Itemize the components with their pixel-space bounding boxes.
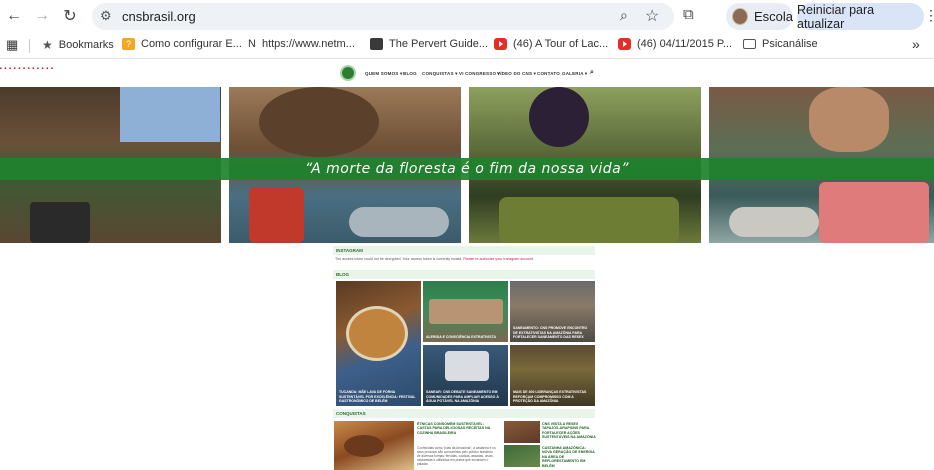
site-navigation: ■ ■ ■ ■ ■ ■ ■ ■ ■ ■ ■ ■ QUEM SOMOS ▾ BLO… (0, 60, 934, 87)
nav-quem-somos[interactable]: QUEM SOMOS ▾ (365, 71, 402, 77)
blog-post-2-photo (429, 299, 503, 324)
star-icon: ★ (42, 38, 53, 52)
update-button[interactable]: Reiniciar para atualizar (797, 3, 924, 31)
blog-post-1-photo (346, 306, 408, 361)
hero-photo-fruit-pile (499, 197, 679, 243)
bookmark-star-icon[interactable]: ☆ (645, 6, 659, 26)
nav-galeria[interactable]: GALERIA ▾ (562, 71, 587, 77)
hero-photo-pink-shirt (819, 182, 929, 243)
conquistas-side-2-title[interactable]: CASTANHA AMAZÔNICA: NOVA GERAÇÃO DE ENER… (542, 446, 596, 468)
bookmark-item-pervert-guide[interactable]: The Pervert Guide... (370, 38, 488, 50)
hero-photo-fish (349, 207, 449, 237)
apps-grid-icon[interactable]: ▦ (6, 37, 18, 53)
bookmarks-overflow-icon[interactable]: » (912, 36, 920, 52)
film-icon (370, 38, 383, 50)
extensions-puzzle-icon[interactable]: ⧉ (683, 6, 694, 23)
hero-quote: “A morte da floresta é o fim da nossa vi… (305, 161, 629, 177)
hero-photo-face (809, 87, 889, 152)
conquistas-main-body: Conhecidas como “joias da Amazônia”, a c… (417, 446, 496, 466)
instagram-error-note: The access token could not be decrypted.… (335, 257, 534, 261)
url-text[interactable]: cnsbrasil.org (122, 9, 196, 24)
bookmark-item-config[interactable]: ? Como configurar E... (122, 38, 242, 50)
hero-photo-shirt (120, 87, 220, 142)
instagram-reauth-link[interactable]: Please re-authorize your Instagram accou… (463, 257, 534, 261)
question-icon: ? (122, 38, 135, 50)
bookmark-label: Psicanálise (762, 38, 818, 50)
hero-photo-person (249, 187, 304, 243)
bookmark-label: (46) A Tour of Lac... (513, 38, 609, 50)
bookmarks-bar: ▦ ★ Bookmarks ? Como configurar E... N h… (0, 33, 934, 59)
avatar (732, 8, 748, 25)
bookmark-item-tour[interactable]: (46) A Tour of Lac... (494, 38, 608, 50)
bookmarks-divider (29, 39, 30, 53)
hero-banner: “A morte da floresta é o fim da nossa vi… (0, 87, 934, 243)
bookmark-label: Bookmarks (58, 39, 114, 51)
cns-logo[interactable] (340, 65, 356, 81)
bookmark-label: https://www.netm... (261, 38, 355, 50)
blog-section-title: BLOG (333, 270, 595, 279)
instagram-note-text: The access token could not be decrypted.… (335, 257, 463, 261)
instagram-section-title: INSTAGRAM (333, 246, 595, 255)
language-flags[interactable]: ■ ■ ■ ■ ■ ■ ■ ■ ■ ■ ■ ■ (0, 66, 54, 70)
youtube-icon (618, 38, 631, 50)
bookmark-item-psicanalise[interactable]: Psicanálise (743, 38, 818, 50)
n-icon: N (248, 38, 256, 50)
nav-conquistas[interactable]: CONQUISTAS ▾ (422, 71, 458, 77)
profile-button[interactable]: Escola (726, 3, 793, 30)
bookmark-label: The Pervert Guide... (389, 38, 489, 50)
blog-post-1-title: TUCANDA: MÃE LAVA DE FORNA SUSTENTÁVEL P… (339, 390, 416, 403)
forward-arrow-icon[interactable]: → (32, 6, 52, 26)
back-arrow-icon[interactable]: ← (4, 6, 24, 26)
bookmark-item-bookmarks[interactable]: ★ Bookmarks (42, 38, 114, 52)
conquistas-side-1-title[interactable]: CNS VISITA A RESEX TAPAJÓS-ARAPIUNS PARA… (542, 422, 596, 440)
hero-photo-nut-shell (259, 87, 379, 157)
nav-video-cns[interactable]: VÍDEO DO CNS ▾ (497, 71, 536, 77)
profile-label: Escola (753, 9, 793, 24)
blog-post-4-title: SANEAR: CNS DEBATE SANEAMENTO EM COMUNID… (426, 390, 499, 403)
conquistas-main-photo-dish (344, 435, 384, 457)
conquistas-section-title: CONQUISTAS (333, 409, 595, 418)
quote-banner: “A morte da floresta é o fim da nossa vi… (0, 158, 934, 180)
bookmark-label: Como configurar E... (141, 38, 242, 50)
hero-photo-bucket (30, 202, 90, 243)
conquistas-side-2-image[interactable] (504, 445, 540, 467)
folder-icon (743, 39, 756, 49)
bookmark-item-netm[interactable]: N https://www.netm... (248, 38, 355, 50)
zoom-icon[interactable]: ⌕ (620, 7, 628, 24)
browser-toolbar: ← → ↻ ⚙ cnsbrasil.org ⌕ ☆ ⧉ Escola Reini… (0, 0, 934, 33)
bookmark-label: (46) 04/11/2015 P... (637, 38, 732, 50)
blog-post-5-title: MAIS DE 400 LIDERANÇAS EXTRATIVISTAS REF… (513, 390, 587, 403)
conquistas-main-title[interactable]: ÉTNICAS CONSOMEM SUSTENTÁVEL: CASTAS PAR… (417, 422, 497, 435)
conquistas-main-image[interactable] (334, 421, 414, 470)
blog-post-2-title: ALERGIA E CONSCIÊNCIA EXTRATIVISTA (426, 334, 497, 339)
web-page: ■ ■ ■ ■ ■ ■ ■ ■ ■ ■ ■ ■ QUEM SOMOS ▾ BLO… (0, 60, 934, 470)
nav-blog[interactable]: BLOG (403, 71, 417, 76)
hero-photo-catch (729, 207, 819, 237)
site-settings-icon[interactable]: ⚙ (100, 8, 112, 24)
bookmark-item-video[interactable]: (46) 04/11/2015 P... (618, 38, 732, 50)
reload-icon[interactable]: ↻ (60, 6, 80, 26)
blog-post-3[interactable]: SANEAMENTO: CNS PROMOVE ENCONTRO DE EXTR… (510, 281, 595, 342)
conquistas-side-1-image[interactable] (504, 421, 540, 443)
blog-post-4-photo (445, 351, 489, 381)
nav-contato[interactable]: CONTATO (537, 71, 560, 76)
hero-photo-acai-bunch (529, 87, 589, 147)
nav-vi-congresso[interactable]: VI CONGRESSO ▾ (459, 71, 500, 77)
blog-post-3-title: SANEAMENTO: CNS PROMOVE ENCONTRO DE EXTR… (513, 326, 588, 339)
blog-post-5[interactable]: MAIS DE 400 LIDERANÇAS EXTRATIVISTAS REF… (510, 345, 595, 406)
blog-post-1[interactable]: TUCANDA: MÃE LAVA DE FORNA SUSTENTÁVEL P… (336, 281, 421, 406)
address-bar[interactable]: ⚙ cnsbrasil.org ⌕ ☆ (92, 3, 674, 30)
youtube-icon (494, 38, 507, 50)
blog-post-4[interactable]: SANEAR: CNS DEBATE SANEAMENTO EM COMUNID… (423, 345, 508, 406)
menu-kebab-icon[interactable]: ⋮ (924, 7, 934, 24)
search-icon[interactable]: ⌕ (590, 69, 594, 77)
blog-post-2[interactable]: ALERGIA E CONSCIÊNCIA EXTRATIVISTA (423, 281, 508, 342)
